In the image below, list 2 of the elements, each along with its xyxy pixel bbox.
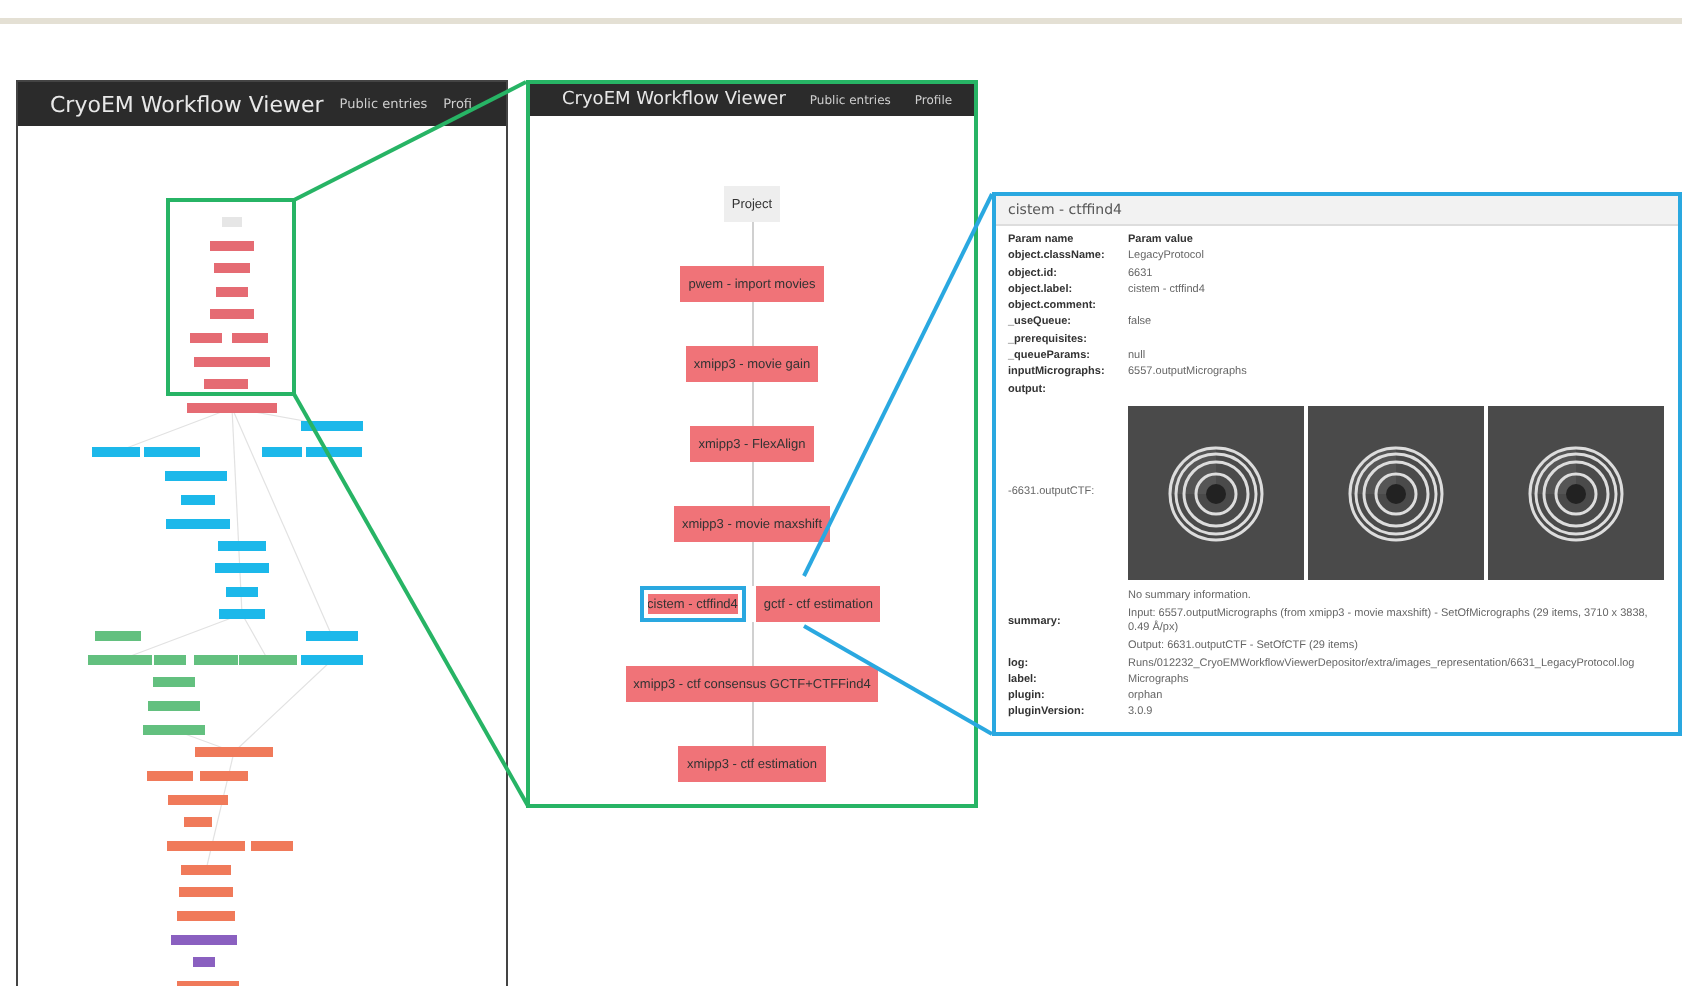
app-title: CryoEM Workflow Viewer — [562, 90, 786, 110]
app-title: CryoEM Workflow Viewer — [50, 91, 324, 117]
